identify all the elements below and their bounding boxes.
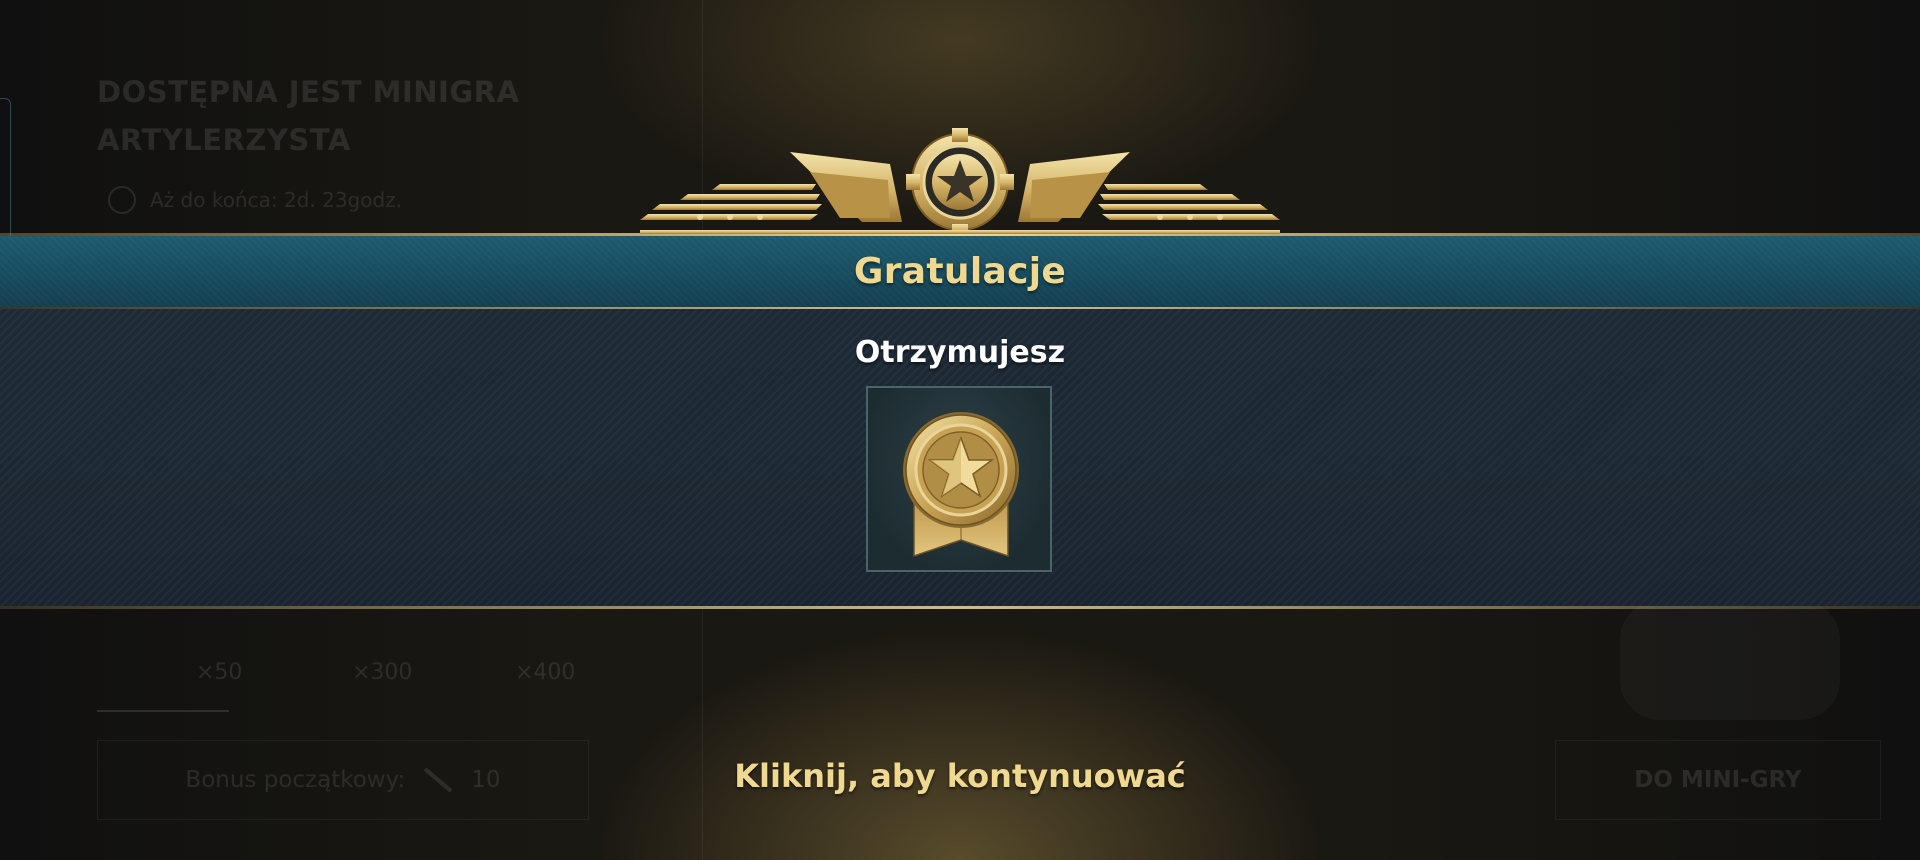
background-reward-count-2: ×300 [352,660,413,685]
reward-dialog[interactable]: Gratulacje Otrzymujesz [0,233,1920,609]
clock-icon [108,186,136,214]
dialog-title-bar: Gratulacje [0,236,1920,307]
dialog-bottom-border [0,606,1920,609]
background-tab-underline [97,710,229,712]
dialog-title: Gratulacje [853,251,1067,292]
winged-star-emblem-icon [640,128,1280,234]
continue-prompt[interactable]: Kliknij, aby kontynuować [0,757,1920,795]
dialog-content: Otrzymujesz [0,309,1920,606]
dialog-subtitle: Otrzymujesz [854,335,1066,370]
background-timer: Aż do końca: 2d. 23godz. [108,186,402,214]
reward-item-card[interactable] [866,386,1052,572]
background-reward-count-3: ×400 [515,660,576,685]
background-reward-count-1: ×50 [196,660,243,685]
background-timer-text: Aż do końca: 2d. 23godz. [150,188,403,212]
background-decoration [1620,600,1840,720]
background-side-tab [0,98,11,250]
gold-star-medal-icon [903,412,1019,558]
background-event-title: DOSTĘPNA JEST MINIGRA ARTYLERZYSTA [97,75,520,157]
